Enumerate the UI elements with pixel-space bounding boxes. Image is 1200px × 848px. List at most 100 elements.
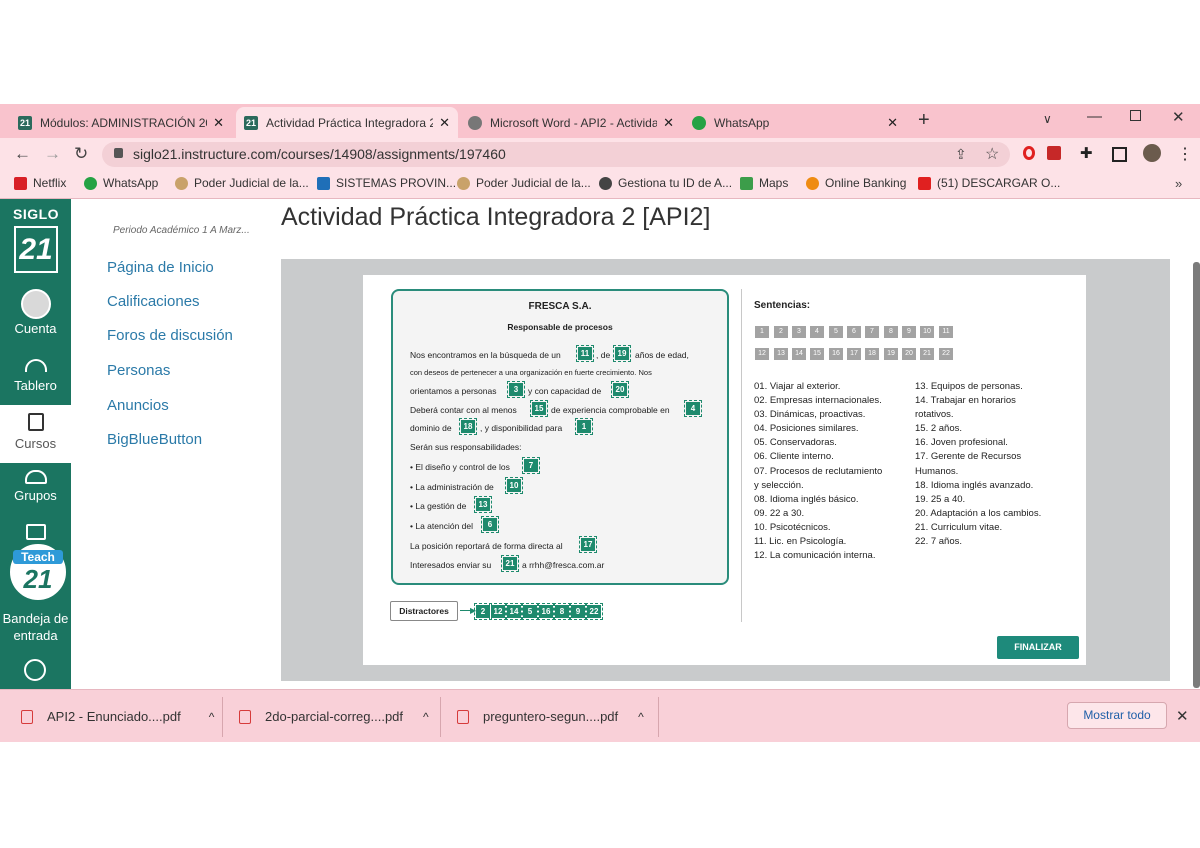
drop-slot[interactable]: 11: [576, 345, 594, 362]
tab-modulos[interactable]: 21 Módulos: ADMINISTRACIÓN 20- ✕: [10, 107, 232, 138]
close-icon[interactable]: ✕: [887, 115, 898, 131]
avatar[interactable]: [1143, 144, 1161, 162]
sentence-tile[interactable]: 19: [884, 348, 898, 360]
nav-tablero[interactable]: Tablero: [0, 359, 71, 393]
siglo21-logo[interactable]: 21: [14, 226, 58, 273]
drop-slot[interactable]: 1: [575, 418, 593, 435]
close-icon[interactable]: ✕: [439, 115, 450, 131]
sentence-tile[interactable]: 21: [920, 348, 934, 360]
drop-slot[interactable]: 19: [613, 345, 631, 362]
bookmark-poder-judicial-1[interactable]: Poder Judicial de la...: [175, 176, 309, 190]
distractor-chip[interactable]: 9: [569, 603, 587, 620]
nav-cuenta[interactable]: Cuenta: [0, 289, 71, 336]
sentence-tile[interactable]: 12: [755, 348, 769, 360]
close-downloads-icon[interactable]: ✕: [1176, 707, 1189, 725]
course-nav-inicio[interactable]: Página de Inicio: [107, 259, 214, 276]
download-item[interactable]: API2 - Enunciado....pdf ^: [21, 709, 214, 724]
course-nav-bigbluebutton[interactable]: BigBlueButton: [107, 431, 202, 448]
download-item[interactable]: 2do-parcial-correg....pdf ^: [239, 709, 429, 724]
sentence-tile[interactable]: 10: [920, 326, 934, 338]
sentence-tile[interactable]: 9: [902, 326, 916, 338]
distractor-chip[interactable]: 5: [521, 603, 539, 620]
page-scrollbar[interactable]: [1193, 262, 1200, 688]
sentence-tile[interactable]: 22: [939, 348, 953, 360]
bookmark-whatsapp[interactable]: WhatsApp: [84, 176, 158, 190]
back-arrow-icon[interactable]: ←: [14, 144, 31, 164]
sentence-tile[interactable]: 1: [755, 326, 769, 338]
sentence-tile[interactable]: 7: [865, 326, 879, 338]
download-item[interactable]: preguntero-segun....pdf ^: [457, 709, 644, 724]
history-clock-icon[interactable]: [24, 659, 46, 681]
bookmark-netflix[interactable]: Netflix: [14, 176, 66, 190]
drop-slot[interactable]: 3: [507, 381, 525, 398]
tab-search-chevron-icon[interactable]: ∨: [1043, 112, 1052, 126]
distractor-chip[interactable]: 14: [505, 603, 523, 620]
bookmark-online-banking[interactable]: Online Banking: [806, 176, 906, 190]
drop-slot[interactable]: 10: [505, 477, 523, 494]
sentence-tile[interactable]: 2: [774, 326, 788, 338]
nav-cursos[interactable]: Cursos: [0, 413, 71, 451]
sentence-tile[interactable]: 18: [865, 348, 879, 360]
sentence-tile[interactable]: 6: [847, 326, 861, 338]
share-icon[interactable]: ⇪: [955, 146, 967, 163]
bookmark-poder-judicial-2[interactable]: Poder Judicial de la...: [457, 176, 591, 190]
drop-slot[interactable]: 15: [530, 400, 548, 417]
sentence-tile[interactable]: 16: [829, 348, 843, 360]
lock-icon[interactable]: [114, 148, 123, 158]
course-nav-personas[interactable]: Personas: [107, 362, 170, 379]
bookmark-sistemas[interactable]: SISTEMAS PROVIN...: [317, 176, 456, 190]
bookmark-apple-id[interactable]: Gestiona tu ID de A...: [599, 176, 732, 190]
drop-slot[interactable]: 4: [684, 400, 702, 417]
drop-slot[interactable]: 6: [481, 516, 499, 533]
restore-icon[interactable]: [1130, 110, 1141, 121]
sentence-tile[interactable]: 14: [792, 348, 806, 360]
sentence-tile[interactable]: 3: [792, 326, 806, 338]
sentence-tile[interactable]: 11: [939, 326, 953, 338]
url-text[interactable]: siglo21.instructure.com/courses/14908/as…: [133, 146, 506, 162]
extensions-puzzle-icon[interactable]: ✚: [1080, 144, 1093, 162]
sentence-tile[interactable]: 17: [847, 348, 861, 360]
minimize-icon[interactable]: —: [1087, 108, 1102, 125]
distractor-chip[interactable]: 22: [585, 603, 603, 620]
bookmark-youtube[interactable]: (51) DESCARGAR O...: [918, 176, 1060, 190]
course-nav-anuncios[interactable]: Anuncios: [107, 397, 169, 414]
chevron-up-icon[interactable]: ^: [423, 710, 429, 724]
calendar-icon[interactable]: [26, 524, 46, 540]
finalizar-button[interactable]: FINALIZAR: [997, 636, 1079, 659]
drop-slot[interactable]: 7: [522, 457, 540, 474]
menu-dots-icon[interactable]: ⋮: [1177, 144, 1193, 164]
pdf-extension-icon[interactable]: [1047, 146, 1061, 160]
bookmark-star-icon[interactable]: ☆: [985, 144, 999, 164]
bookmark-maps[interactable]: Maps: [740, 176, 788, 190]
distractor-chip[interactable]: 16: [537, 603, 555, 620]
distractor-chip[interactable]: 8: [553, 603, 571, 620]
new-tab-button[interactable]: +: [918, 109, 930, 132]
teach21-badge[interactable]: Teach 21: [7, 541, 69, 603]
tab-word[interactable]: Microsoft Word - API2 - Activida ✕: [460, 107, 682, 138]
close-icon[interactable]: ✕: [213, 115, 224, 131]
sentence-tile[interactable]: 4: [810, 326, 824, 338]
nav-bandeja[interactable]: Bandeja de entrada: [0, 610, 71, 644]
drop-slot[interactable]: 21: [501, 555, 519, 572]
window-close-icon[interactable]: ✕: [1172, 108, 1185, 126]
course-nav-calificaciones[interactable]: Calificaciones: [107, 293, 200, 310]
opera-extension-icon[interactable]: [1023, 146, 1035, 160]
drop-slot[interactable]: 13: [474, 496, 492, 513]
more-bookmarks-icon[interactable]: »: [1175, 176, 1182, 191]
tab-actividad[interactable]: 21 Actividad Práctica Integradora 2 ✕: [236, 107, 458, 138]
sentence-tile[interactable]: 13: [774, 348, 788, 360]
drop-slot[interactable]: 17: [579, 536, 597, 553]
reload-icon[interactable]: ↻: [74, 144, 88, 164]
sidepanel-icon[interactable]: [1112, 147, 1127, 162]
sentence-tile[interactable]: 5: [829, 326, 843, 338]
distractor-chip[interactable]: 2: [474, 603, 492, 620]
nav-grupos[interactable]: Grupos: [0, 470, 71, 503]
distractor-chip[interactable]: 12: [489, 603, 507, 620]
sentence-tile[interactable]: 20: [902, 348, 916, 360]
forward-arrow-icon[interactable]: →: [44, 144, 61, 164]
close-icon[interactable]: ✕: [663, 115, 674, 131]
chevron-up-icon[interactable]: ^: [638, 710, 644, 724]
chevron-up-icon[interactable]: ^: [209, 710, 215, 724]
drop-slot[interactable]: 20: [611, 381, 629, 398]
tab-whatsapp[interactable]: WhatsApp ✕: [684, 107, 906, 138]
